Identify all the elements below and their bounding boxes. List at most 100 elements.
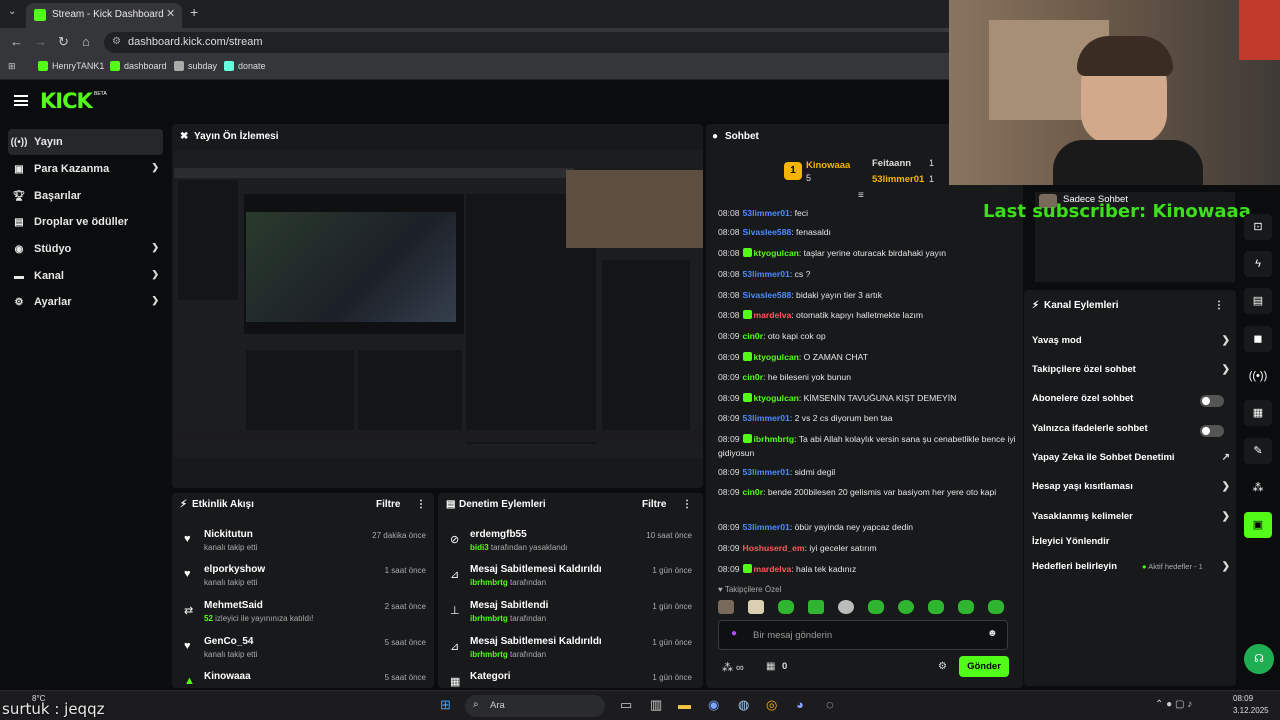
start-icon[interactable]: ⊞ xyxy=(440,697,451,713)
chat-message[interactable]: 08:09 ktyogulcan: KİMSENİN TAVUĞUNA KIŞT … xyxy=(718,391,1018,405)
chat-username[interactable]: mardelva xyxy=(754,564,792,574)
chat-message[interactable]: 08:09 ibrhmbrtg: Ta abi Allah kolaylık ve… xyxy=(718,432,1018,460)
chat-message[interactable]: 08:08 53limmer01: cs ? xyxy=(718,267,1018,281)
emote[interactable] xyxy=(928,600,944,614)
browser-tab[interactable]: Stream - Kick Dashboard ✕ xyxy=(26,3,182,28)
emote[interactable] xyxy=(748,600,764,614)
bookmark-subday[interactable]: subday xyxy=(174,61,217,71)
top-gifter-name[interactable]: Kinowaaa xyxy=(806,160,850,171)
emotes-only-toggle[interactable] xyxy=(1200,425,1224,437)
chat-message[interactable]: 08:09 cin0r: bende 200bilesen 20 gelismis… xyxy=(718,485,1018,499)
close-tab-icon[interactable]: ✕ xyxy=(166,7,175,20)
reload-icon[interactable]: ↻ xyxy=(58,34,69,50)
action-emotes-only[interactable]: Yalnızca ifadelerle sohbet xyxy=(1032,423,1232,445)
more-tools-icon[interactable]: ⁂ xyxy=(1244,475,1272,501)
chat-message[interactable]: 08:09 53limmer01: 2 vs 2 cs diyorum ben t… xyxy=(718,411,1018,425)
activity-filter-button[interactable]: Filtre xyxy=(376,499,400,510)
clip-icon[interactable]: ⊡ xyxy=(1244,214,1272,240)
chat-username[interactable]: cin0r xyxy=(743,331,764,341)
bookmark-donate[interactable]: donate xyxy=(224,61,266,71)
tray-icons[interactable]: ⌃ ● ▢ ♪ xyxy=(1155,699,1192,710)
tab-search-icon[interactable]: ⌄ xyxy=(8,6,16,17)
chat-username[interactable]: 53limmer01 xyxy=(743,269,790,279)
mic-icon[interactable]: ● xyxy=(731,628,737,639)
home-icon[interactable]: ⌂ xyxy=(82,34,90,49)
list-item[interactable]: ⇄ MehmetSaid 52 izleyici ile yayınınıza ka… xyxy=(172,598,432,632)
back-icon[interactable]: ← xyxy=(10,34,23,49)
list-item[interactable]: ♥ Nickitutun kanalı takip etti 27 dakika ön… xyxy=(172,527,432,561)
more-options-icon[interactable]: ⋮ xyxy=(416,499,426,510)
chat-username[interactable]: ktyogulcan xyxy=(754,248,799,258)
steam-icon[interactable]: ◍ xyxy=(738,697,749,713)
chat-username[interactable]: Sivaslee588 xyxy=(743,290,792,300)
emote-bar[interactable] xyxy=(718,600,1008,614)
green-app-icon[interactable]: ▣ xyxy=(1244,512,1272,538)
list-item[interactable]: ⊿ Mesaj Sabitlemesi Kaldırıldı ibrhmbrtg t… xyxy=(438,634,698,668)
obs-icon[interactable]: ◌ xyxy=(826,697,834,712)
chat-username[interactable]: ktyogulcan xyxy=(754,352,799,362)
sidebar-item-basarilar[interactable]: 🏆︎ Başarılar xyxy=(8,183,163,209)
chat-message[interactable]: 08:09 mardelva: hala tek kadınız xyxy=(718,562,1018,576)
sidebar-item-para-kazanma[interactable]: ▣ Para Kazanma ❯ xyxy=(8,156,163,182)
expand-gifters-icon[interactable]: ≡ xyxy=(858,190,864,201)
stream-preview-video[interactable] xyxy=(174,150,703,458)
action-banned-words[interactable]: Yasaklanmış kelimeler ❯ xyxy=(1032,511,1232,533)
sidebar-item-studyo[interactable]: ◉ Stüdyo ❯ xyxy=(8,236,163,262)
chat-message[interactable]: 08:08 ktyogulcan: taşlar yerine oturacak … xyxy=(718,246,1018,260)
sidebar-item-kanal[interactable]: ▬ Kanal ❯ xyxy=(8,263,163,289)
gifter-name[interactable]: Feitaann xyxy=(872,158,911,169)
chat-message[interactable]: 08:08 Sivaslee588: bidaki yayın tier 3 ar… xyxy=(718,288,1018,302)
list-item[interactable]: ♥ elporkyshow kanalı takip etti 1 saat önce xyxy=(172,562,432,596)
chat-username[interactable]: Sivaslee588 xyxy=(743,227,792,237)
chat-username[interactable]: cin0r xyxy=(743,372,764,382)
emote[interactable] xyxy=(958,600,974,614)
chat-username[interactable]: Hoshuserd_em xyxy=(743,543,805,553)
forward-icon[interactable]: → xyxy=(34,34,47,49)
discord-icon[interactable]: ◕ xyxy=(796,697,804,712)
chat-username[interactable]: 53limmer01 xyxy=(743,413,790,423)
widgets-icon[interactable]: ▥ xyxy=(650,697,662,713)
emote[interactable] xyxy=(778,600,794,614)
gifter-name[interactable]: 53limmer01 xyxy=(872,174,924,185)
action-slow-mode[interactable]: Yavaş mod ❯ xyxy=(1032,335,1232,357)
chat-message[interactable]: 08:09 53limmer01: sidmi degil xyxy=(718,465,1018,479)
sidebar-item-yayin[interactable]: ((•)) Yayın xyxy=(8,129,163,155)
list-item[interactable]: ⊥ Mesaj Sabitlendi ibrhmbrtg tarafından 1 g… xyxy=(438,598,698,632)
kick-logo[interactable]: KICK xyxy=(40,89,93,113)
action-followers-only[interactable]: Takipçilere özel sohbet ❯ xyxy=(1032,364,1232,386)
action-host[interactable]: İzleyici Yönlendir xyxy=(1032,536,1232,558)
lightning-icon[interactable]: ϟ xyxy=(1244,251,1272,277)
bookmark-dashboard[interactable]: dashboard xyxy=(110,61,167,71)
action-goals[interactable]: Hedefleri belirleyin ● Aktif hedefler - 1… xyxy=(1032,561,1232,583)
emote[interactable] xyxy=(838,600,854,614)
emote[interactable] xyxy=(718,600,734,614)
chat-username[interactable]: 53limmer01 xyxy=(743,208,790,218)
action-account-age[interactable]: Hesap yaşı kısıtlaması ❯ xyxy=(1032,481,1232,503)
emote[interactable] xyxy=(988,600,1004,614)
sidebar-item-droplar[interactable]: ▤ Droplar ve ödüller xyxy=(8,209,163,235)
more-options-icon[interactable]: ⋮ xyxy=(1214,300,1224,311)
chat-input[interactable]: ● Bir mesaj gönderin ☻ xyxy=(718,620,1008,650)
emote[interactable] xyxy=(898,600,914,614)
subscribers-only-toggle[interactable] xyxy=(1200,395,1224,407)
chat-message[interactable]: 08:09 Hoshuserd_em: iyi geceler satırım xyxy=(718,541,1018,555)
chrome-icon[interactable]: ◎ xyxy=(766,697,777,713)
chat-username[interactable]: 53limmer01 xyxy=(743,467,790,477)
clock-date[interactable]: 3.12.2025 xyxy=(1233,706,1269,715)
wrench-icon[interactable]: ✎ xyxy=(1244,438,1272,464)
action-subscribers-only[interactable]: Abonelere özel sohbet xyxy=(1032,393,1232,415)
support-icon[interactable]: ☊ xyxy=(1244,644,1274,674)
chat-message[interactable]: 08:09 cin0r: he bileseni yok bunun xyxy=(718,370,1018,384)
moderation-filter-button[interactable]: Filtre xyxy=(642,499,666,510)
chat-message[interactable]: 08:08 Sivaslee588: fenasaldı xyxy=(718,225,1018,239)
chat-settings-icon[interactable]: ⚙ xyxy=(938,661,947,672)
site-info-icon[interactable]: ⚙ xyxy=(112,36,121,47)
more-options-icon[interactable]: ⋮ xyxy=(682,499,692,510)
emote[interactable] xyxy=(808,600,824,614)
send-button[interactable]: Gönder xyxy=(959,656,1009,677)
menu-icon[interactable] xyxy=(14,95,28,106)
bookmark-henrytank1[interactable]: HenryTANK1 xyxy=(38,61,104,71)
chat-username[interactable]: mardelva xyxy=(754,310,792,320)
chat-message[interactable]: 08:09 ktyogulcan: O ZAMAN CHAT xyxy=(718,350,1018,364)
calendar-icon[interactable]: ▦ xyxy=(1244,400,1272,426)
